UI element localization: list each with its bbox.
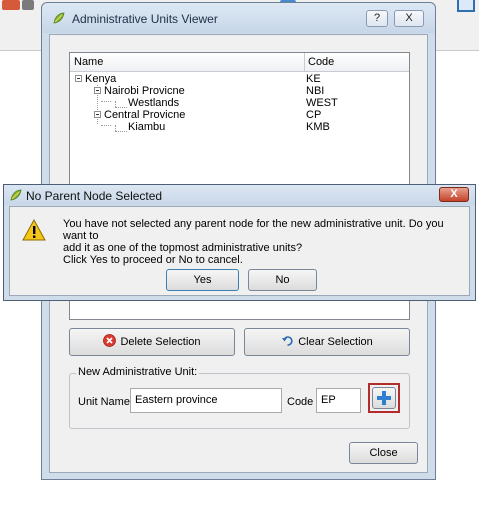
- collapse-toggle-icon[interactable]: [94, 87, 101, 94]
- close-button[interactable]: Close: [349, 442, 418, 464]
- plus-icon: [377, 391, 391, 405]
- code-input[interactable]: EP: [316, 388, 361, 413]
- tree-item[interactable]: Kiambu: [128, 121, 165, 133]
- delete-selection-button[interactable]: Delete Selection: [69, 328, 235, 356]
- tree-header: Name Code: [70, 53, 409, 72]
- tree-item-code: WEST: [306, 97, 338, 109]
- tree-item[interactable]: Central Provicne: [104, 109, 185, 121]
- toolbar-icon: [2, 0, 20, 10]
- dialog-close-button[interactable]: X: [439, 187, 469, 202]
- tree-connector: [115, 107, 127, 108]
- no-parent-node-dialog: No Parent Node Selected X You have not s…: [3, 184, 476, 301]
- add-unit-highlight: [368, 383, 400, 413]
- column-divider[interactable]: [304, 53, 305, 71]
- group-title: New Administrative Unit:: [76, 366, 200, 378]
- code-label: Code: [287, 396, 314, 408]
- tree-connector: [101, 101, 111, 102]
- tree-item-code: KE: [306, 73, 321, 85]
- delete-icon: [103, 334, 117, 347]
- qgis-leaf-icon: [10, 189, 22, 201]
- tree-item-code: KMB: [306, 121, 330, 133]
- tree-item-name: Kiambu: [128, 121, 166, 133]
- undo-arrow-icon: [282, 336, 293, 346]
- tree-item[interactable]: Nairobi Provicne: [104, 85, 185, 97]
- tree-item-code: NBI: [306, 85, 325, 97]
- column-header-code[interactable]: Code: [308, 56, 334, 68]
- tree-item[interactable]: Kenya: [85, 73, 116, 85]
- tree-item-name: Kenya: [85, 73, 117, 85]
- window-title: Administrative Units Viewer: [72, 12, 218, 26]
- unit-name-label: Unit Name: [78, 396, 130, 408]
- dialog-titlebar[interactable]: No Parent Node Selected X: [4, 185, 475, 205]
- warning-triangle-icon: [22, 219, 46, 241]
- collapse-toggle-icon[interactable]: [94, 111, 101, 118]
- window-titlebar[interactable]: Administrative Units Viewer ? X: [42, 3, 435, 33]
- tree-item-name: Central Provicne: [104, 109, 186, 121]
- yes-button[interactable]: Yes: [166, 269, 239, 291]
- dialog-title: No Parent Node Selected: [26, 189, 163, 203]
- message-line: add it as one of the topmost administrat…: [63, 242, 303, 254]
- no-button[interactable]: No: [248, 269, 317, 291]
- help-button[interactable]: ?: [366, 10, 388, 27]
- add-unit-button[interactable]: [372, 387, 396, 409]
- dialog-client-area: You have not selected any parent node fo…: [9, 206, 470, 296]
- toolbar-icon: [22, 0, 34, 10]
- tree-item-name: Nairobi Provicne: [104, 85, 185, 97]
- message-line: You have not selected any parent node fo…: [63, 218, 444, 242]
- toolbar-icon: [457, 0, 475, 12]
- collapse-toggle-icon[interactable]: [75, 75, 82, 82]
- clear-selection-button[interactable]: Clear Selection: [244, 328, 410, 356]
- tree-connector: [115, 131, 127, 132]
- qgis-leaf-icon: [53, 12, 65, 24]
- units-tree-view[interactable]: Name Code Kenya KE Nairobi Provicne NBI …: [69, 52, 410, 192]
- clear-selection-label: Clear Selection: [298, 336, 373, 348]
- tree-item-name: Westlands: [128, 97, 180, 109]
- dialog-message: You have not selected any parent node fo…: [63, 218, 463, 266]
- new-unit-groupbox: New Administrative Unit: Unit Name Easte…: [69, 366, 410, 429]
- delete-selection-label: Delete Selection: [120, 336, 201, 348]
- column-header-name[interactable]: Name: [74, 56, 103, 68]
- message-line: Click Yes to proceed or No to cancel.: [63, 254, 243, 266]
- tree-item[interactable]: Westlands: [128, 97, 179, 109]
- unit-name-input[interactable]: Eastern province: [130, 388, 282, 413]
- tree-connector: [101, 125, 111, 126]
- close-window-button[interactable]: X: [394, 10, 424, 27]
- tree-item-code: CP: [306, 109, 322, 121]
